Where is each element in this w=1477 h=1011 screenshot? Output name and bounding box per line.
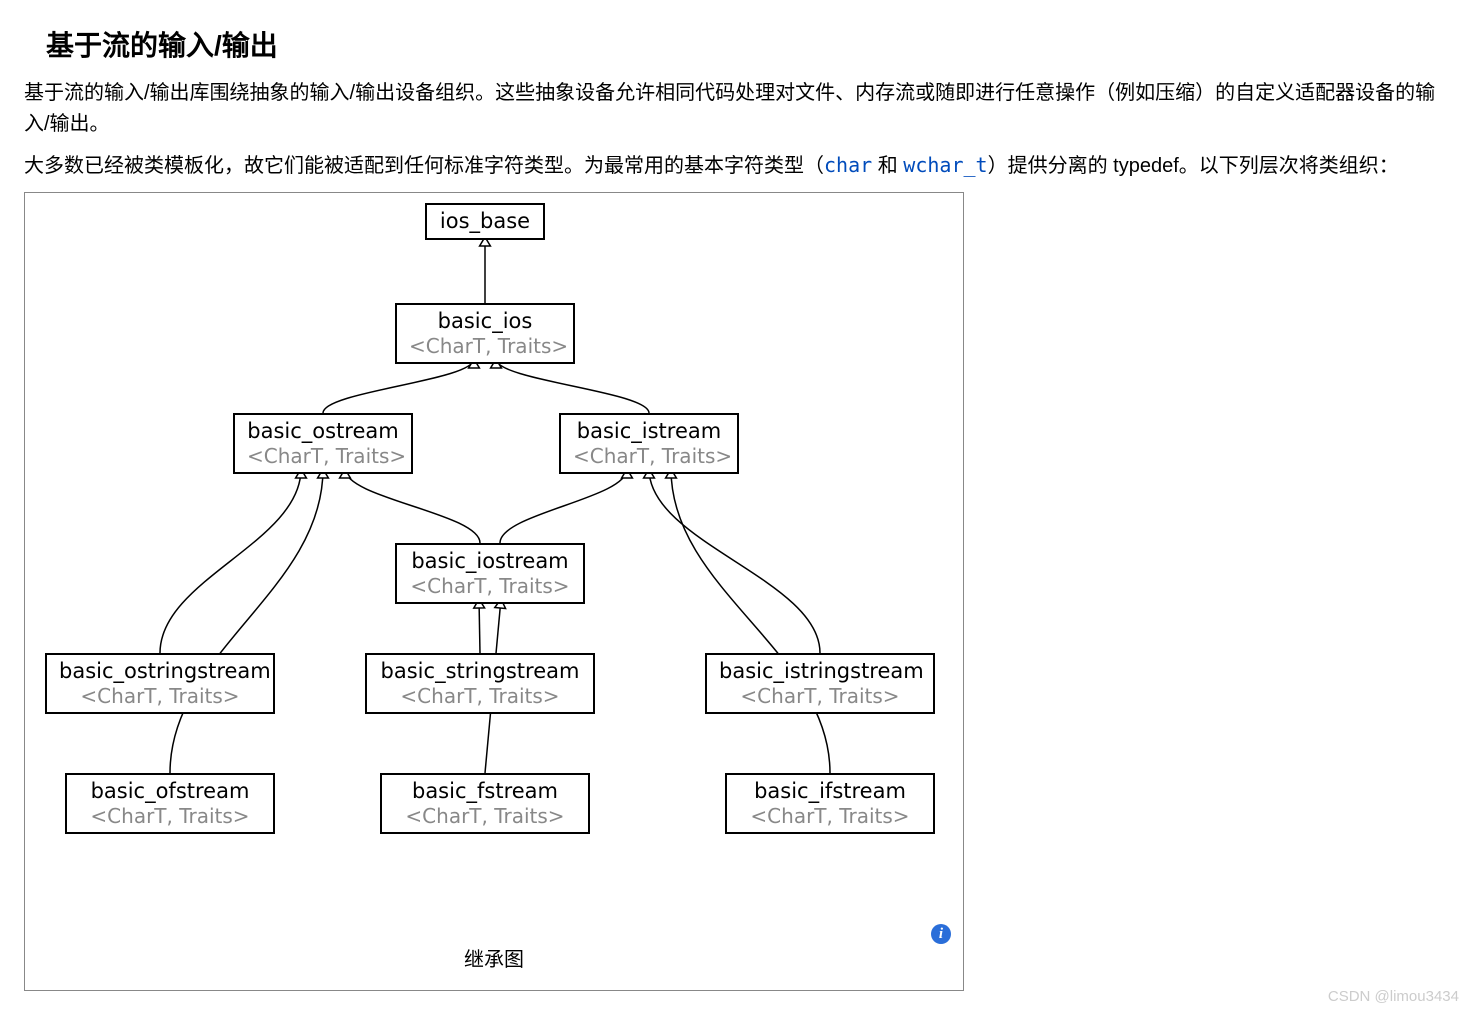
class-node-basic_iostream: basic_iostream<CharT, Traits> — [395, 543, 585, 604]
class-name: ios_base — [439, 209, 531, 234]
code-wchar: wchar_t — [903, 153, 987, 177]
info-icon[interactable]: i — [931, 924, 951, 944]
class-node-basic_ios: basic_ios<CharT, Traits> — [395, 303, 575, 364]
inheritance-diagram: ios_basebasic_ios<CharT, Traits>basic_os… — [24, 192, 964, 991]
class-node-ios_base: ios_base — [425, 203, 545, 240]
template-params: <CharT, Traits> — [79, 804, 261, 828]
class-node-basic_ifstream: basic_ifstream<CharT, Traits> — [725, 773, 935, 834]
template-params: <CharT, Traits> — [739, 804, 921, 828]
class-node-basic_istream: basic_istream<CharT, Traits> — [559, 413, 739, 474]
class-name: basic_ofstream — [79, 779, 261, 804]
template-params: <CharT, Traits> — [719, 684, 921, 708]
template-params: <CharT, Traits> — [573, 444, 725, 468]
class-name: basic_fstream — [394, 779, 576, 804]
template-params: <CharT, Traits> — [409, 334, 561, 358]
template-params: <CharT, Traits> — [409, 574, 571, 598]
section-heading: 基于流的输入/输出 — [46, 24, 1453, 64]
watermark: CSDN @limou3434 — [1328, 988, 1459, 1005]
class-name: basic_ios — [409, 309, 561, 334]
template-params: <CharT, Traits> — [247, 444, 399, 468]
class-node-basic_stringstream: basic_stringstream<CharT, Traits> — [365, 653, 595, 714]
class-name: basic_ifstream — [739, 779, 921, 804]
class-name: basic_iostream — [409, 549, 571, 574]
text-fragment: 大多数已经被类模板化，故它们能被适配到任何标准字符类型。为最常用的基本字符类型（ — [24, 155, 824, 177]
class-node-basic_fstream: basic_fstream<CharT, Traits> — [380, 773, 590, 834]
class-name: basic_ostringstream — [59, 659, 261, 684]
text-fragment: ）提供分离的 typedef。以下列层次将类组织： — [988, 155, 1399, 177]
class-node-basic_ofstream: basic_ofstream<CharT, Traits> — [65, 773, 275, 834]
class-node-basic_istringstream: basic_istringstream<CharT, Traits> — [705, 653, 935, 714]
class-node-basic_ostringstream: basic_ostringstream<CharT, Traits> — [45, 653, 275, 714]
intro-paragraph-1: 基于流的输入/输出库围绕抽象的输入/输出设备组织。这些抽象设备允许相同代码处理对… — [24, 78, 1453, 140]
diagram-caption: 继承图 — [25, 933, 963, 990]
code-char: char — [824, 153, 872, 177]
intro-paragraph-2: 大多数已经被类模板化，故它们能被适配到任何标准字符类型。为最常用的基本字符类型（… — [24, 150, 1453, 182]
template-params: <CharT, Traits> — [59, 684, 261, 708]
class-name: basic_ostream — [247, 419, 399, 444]
template-params: <CharT, Traits> — [379, 684, 581, 708]
template-params: <CharT, Traits> — [394, 804, 576, 828]
class-node-basic_ostream: basic_ostream<CharT, Traits> — [233, 413, 413, 474]
class-name: basic_stringstream — [379, 659, 581, 684]
text-fragment: 和 — [872, 155, 903, 177]
class-name: basic_istream — [573, 419, 725, 444]
class-name: basic_istringstream — [719, 659, 921, 684]
